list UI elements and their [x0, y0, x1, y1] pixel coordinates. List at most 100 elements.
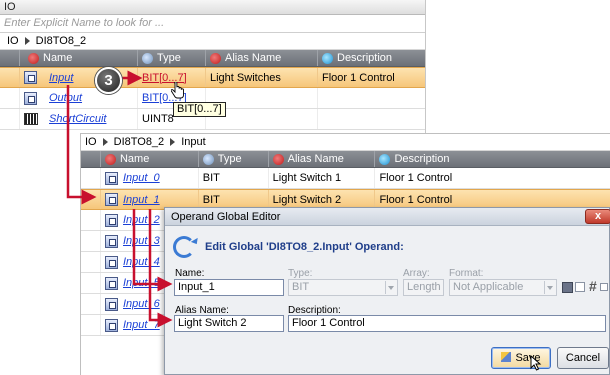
breadcrumb-separator-icon: [102, 138, 108, 146]
alias-column-icon: [272, 153, 284, 165]
column-header-alias-label: Alias Name: [225, 52, 282, 64]
array-icon: [24, 113, 38, 125]
panel-title: IO: [0, 0, 425, 15]
name-column-icon: [104, 153, 116, 165]
chevron-down-icon: [385, 281, 396, 294]
breadcrumb: IO DI8TO8_2: [0, 33, 425, 50]
format-label: Format:: [449, 268, 484, 279]
save-icon[interactable]: [562, 282, 573, 293]
operand-type-cell: BIT: [199, 168, 269, 188]
type-column-icon: [202, 153, 214, 165]
format-select-value: Not Applicable: [453, 281, 524, 293]
type-tooltip: BIT[0...7]: [173, 102, 226, 117]
array-length-field: Length: [403, 279, 444, 296]
description-cell: [318, 88, 425, 108]
column-header-type[interactable]: Type: [199, 151, 269, 167]
hash-icon[interactable]: #: [589, 278, 597, 294]
dialog-title: Operand Global Editor: [171, 211, 281, 223]
step-number-badge: 3: [95, 67, 122, 94]
signal-icon: [104, 193, 118, 206]
column-header-alias[interactable]: Alias Name: [206, 50, 318, 66]
breadcrumb-item-module[interactable]: DI8TO8_2: [36, 33, 87, 50]
checkbox[interactable]: [575, 282, 585, 292]
column-header-type[interactable]: Type: [138, 50, 206, 66]
operand-name-link[interactable]: Input_6: [123, 294, 160, 314]
filter-input[interactable]: Enter Explicit Name to look for ...: [0, 15, 425, 33]
format-select: Not Applicable: [449, 279, 557, 296]
grid-header: Name Type Alias Name Description: [0, 50, 425, 67]
type-column-icon: [142, 52, 153, 64]
more-icon[interactable]: [600, 283, 608, 291]
column-header-description[interactable]: Description: [375, 151, 610, 167]
signal-icon: [104, 171, 118, 185]
signal-icon: [105, 213, 118, 227]
name-column-icon: [28, 52, 39, 64]
column-header-name-label: Name: [119, 153, 150, 165]
signal-icon: [105, 234, 118, 248]
operand-name-link[interactable]: Input_4: [123, 252, 160, 272]
name-label: Name:: [175, 268, 205, 279]
column-header-alias-label: Alias Name: [287, 153, 344, 165]
breadcrumb-item-io[interactable]: IO: [85, 134, 97, 151]
type-select: BIT: [288, 279, 398, 296]
cancel-button[interactable]: Cancel: [557, 347, 609, 369]
operand-name-link[interactable]: Input_1: [123, 190, 160, 209]
arrow-cursor-icon: [530, 355, 542, 371]
refresh-icon: [173, 236, 195, 258]
operand-name-link[interactable]: Input_0: [123, 168, 160, 188]
breadcrumb-item-io[interactable]: IO: [7, 33, 19, 50]
operand-name-link[interactable]: ShortCircuit: [49, 109, 106, 129]
operand-name-link[interactable]: Input_7: [123, 315, 160, 335]
close-button[interactable]: x: [585, 209, 610, 224]
alias-field[interactable]: Light Switch 2: [174, 315, 284, 332]
header-gutter: [0, 50, 20, 66]
column-header-type-label: Type: [157, 52, 181, 64]
description-field[interactable]: Floor 1 Control: [288, 315, 606, 332]
dialog-header: Edit Global 'DI8TO8_2.Input' Operand:: [173, 236, 404, 258]
breadcrumb-separator-icon: [24, 37, 30, 45]
signal-icon: [105, 255, 118, 269]
name-field[interactable]: Input_1: [174, 279, 284, 296]
array-label: Array:: [403, 268, 430, 279]
column-header-description[interactable]: Description: [318, 50, 425, 66]
save-button[interactable]: Save: [491, 347, 551, 369]
column-header-name[interactable]: Name: [101, 151, 199, 167]
description-column-icon: [379, 153, 391, 165]
operand-name-link[interactable]: Input: [49, 68, 73, 87]
operand-global-editor-dialog: Operand Global Editor x Edit Global 'DI8…: [164, 207, 610, 375]
signal-icon: [24, 71, 37, 84]
operand-name-link[interactable]: Input_2: [123, 210, 160, 230]
pencil-icon: [501, 352, 512, 362]
breadcrumb-item-module[interactable]: DI8TO8_2: [114, 134, 165, 151]
table-row[interactable]: Input_0 BIT Light Switch 1 Floor 1 Contr…: [81, 168, 610, 189]
grid-header: Name Type Alias Name Description: [81, 151, 610, 168]
column-header-type-label: Type: [217, 153, 242, 165]
hand-cursor-icon: [171, 82, 184, 99]
operand-name-link[interactable]: Input_5: [123, 273, 160, 293]
signal-icon: [105, 297, 118, 311]
column-header-alias[interactable]: Alias Name: [269, 151, 376, 167]
alias-cell: Light Switch 1: [269, 168, 376, 188]
description-cell: Floor 1 Control: [322, 71, 395, 84]
type-select-value: BIT: [292, 281, 310, 293]
type-label: Type:: [288, 268, 313, 279]
column-header-description-label: Description: [337, 52, 393, 64]
signal-icon: [105, 318, 118, 332]
column-header-name[interactable]: Name: [20, 50, 138, 66]
column-header-name-label: Name: [43, 52, 73, 64]
signal-icon: [24, 91, 37, 105]
operand-name-link[interactable]: Output: [49, 88, 82, 108]
breadcrumb-separator-icon: [170, 138, 176, 146]
description-cell: [318, 109, 425, 129]
signal-icon: [105, 276, 118, 290]
table-row-input[interactable]: Input BIT[0...7] Light Switches Floor 1 …: [0, 67, 425, 88]
operand-name-link[interactable]: Input_3: [123, 231, 160, 251]
alias-column-icon: [210, 52, 221, 64]
breadcrumb-item-input[interactable]: Input: [181, 134, 205, 151]
column-header-description-label: Description: [394, 153, 450, 165]
alias-cell: Light Switches: [206, 68, 318, 87]
chevron-down-icon: [544, 281, 555, 294]
dialog-title-bar: Operand Global Editor x: [165, 208, 610, 226]
breadcrumb: IO DI8TO8_2 Input: [81, 134, 610, 151]
description-column-icon: [322, 52, 333, 64]
